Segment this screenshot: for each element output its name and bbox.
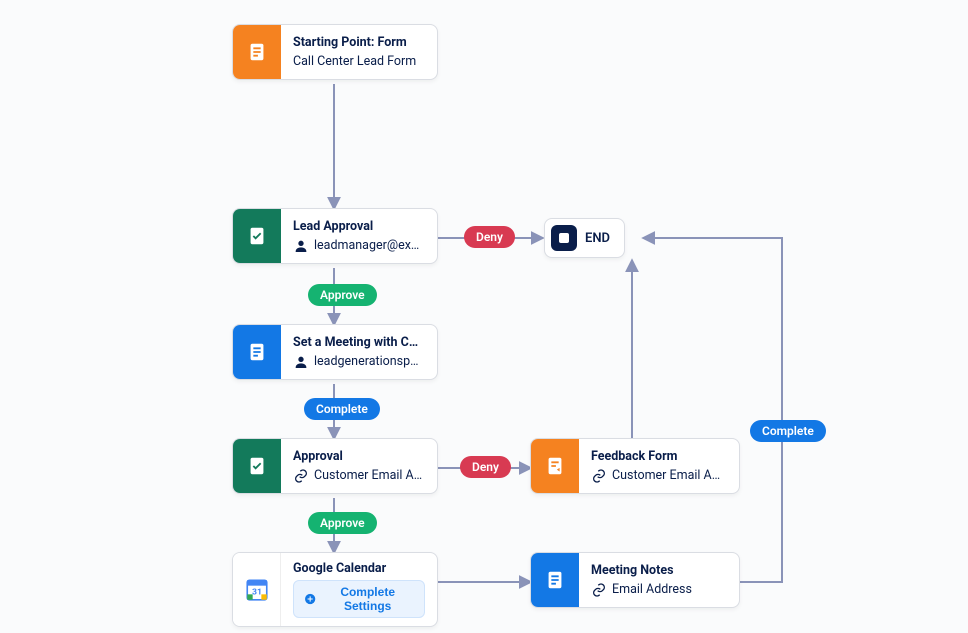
link-icon (293, 468, 309, 484)
node-lead-approval[interactable]: Lead Approval leadmanager@exampl... (232, 208, 438, 264)
node-title: Meeting Notes (591, 563, 727, 578)
badge-complete: Complete (304, 398, 380, 420)
node-subtitle: Customer Email Addr... (612, 468, 727, 483)
node-subtitle: leadmanager@exampl... (314, 238, 425, 253)
node-approval[interactable]: Approval Customer Email Addr... (232, 438, 438, 494)
node-meeting-notes[interactable]: Meeting Notes Email Address (530, 552, 740, 608)
node-title: Lead Approval (293, 219, 425, 234)
badge-complete: Complete (750, 420, 826, 442)
node-google-calendar[interactable]: 31 Google Calendar Complete Settings (232, 552, 438, 627)
end-icon (551, 225, 577, 251)
node-title: Google Calendar (293, 561, 425, 576)
plus-circle-icon (304, 592, 316, 606)
approval-icon (233, 439, 281, 493)
badge-deny: Deny (460, 456, 511, 478)
node-title: Set a Meeting with Customer (293, 335, 425, 350)
node-title: Feedback Form (591, 449, 727, 464)
node-subtitle: Call Center Lead Form (293, 54, 416, 69)
connector-lines (0, 0, 968, 633)
link-icon (591, 468, 607, 484)
form-icon (233, 25, 281, 79)
node-feedback-form[interactable]: Feedback Form Customer Email Addr... (530, 438, 740, 494)
complete-settings-button[interactable]: Complete Settings (293, 580, 425, 618)
workflow-canvas: Starting Point: Form Call Center Lead Fo… (0, 0, 968, 633)
svg-text:31: 31 (252, 587, 262, 597)
approval-icon (233, 209, 281, 263)
badge-approve: Approve (308, 284, 377, 306)
person-icon (293, 354, 309, 370)
feedback-icon (531, 439, 579, 493)
node-starting-point[interactable]: Starting Point: Form Call Center Lead Fo… (232, 24, 438, 80)
badge-deny: Deny (464, 226, 515, 248)
end-label: END (585, 231, 610, 246)
badge-approve: Approve (308, 512, 377, 534)
form-icon (531, 553, 579, 607)
node-end[interactable]: END (544, 218, 625, 258)
node-subtitle: leadgenerationspecial... (314, 354, 425, 369)
node-set-meeting[interactable]: Set a Meeting with Customer leadgenerati… (232, 324, 438, 380)
node-subtitle: Email Address (612, 582, 692, 597)
google-calendar-icon: 31 (233, 553, 281, 626)
form-icon (233, 325, 281, 379)
node-subtitle: Customer Email Addr... (314, 468, 425, 483)
node-title: Starting Point: Form (293, 35, 425, 50)
button-label: Complete Settings (321, 585, 414, 613)
person-icon (293, 238, 309, 254)
node-title: Approval (293, 449, 425, 464)
link-icon (591, 582, 607, 598)
